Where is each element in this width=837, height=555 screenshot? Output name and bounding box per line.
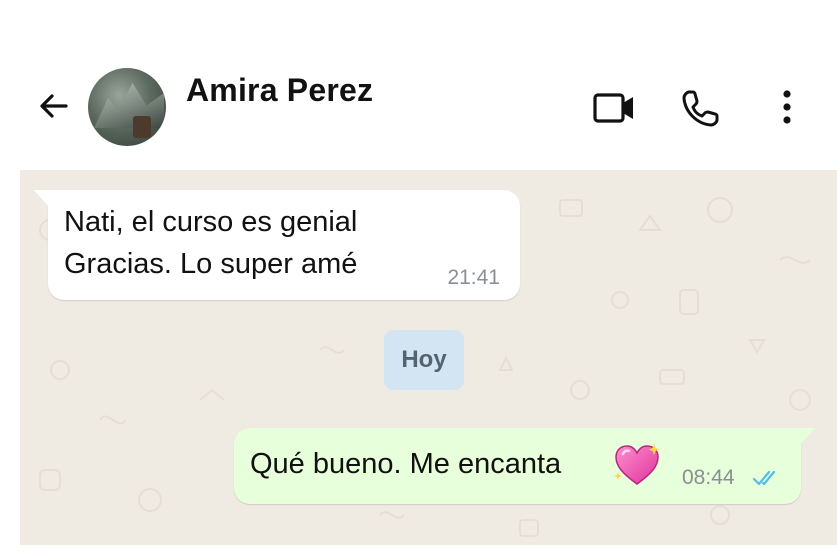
read-double-check-icon <box>752 470 776 486</box>
phone-icon[interactable] <box>680 87 722 129</box>
message-time: 21:41 <box>447 266 500 289</box>
chat-header: Amira Perez <box>0 0 837 170</box>
incoming-message[interactable]: Nati, el curso es genial Gracias. Lo sup… <box>34 190 520 300</box>
outgoing-message[interactable]: Qué bueno. Me encanta 08:44 <box>234 428 815 504</box>
avatar[interactable] <box>88 68 166 146</box>
message-text-line: Gracias. Lo super amé <box>64 248 358 280</box>
arrow-left-icon[interactable] <box>36 88 72 124</box>
message-time: 08:44 <box>682 466 735 489</box>
date-separator: Hoy <box>384 330 464 390</box>
video-camera-icon[interactable] <box>592 88 636 128</box>
chat-area[interactable]: Nati, el curso es genial Gracias. Lo sup… <box>20 170 837 545</box>
sparkling-heart-emoji <box>614 444 660 485</box>
contact-name[interactable]: Amira Perez <box>186 72 373 109</box>
message-text-line: Qué bueno. Me encanta <box>250 448 562 480</box>
more-vertical-icon[interactable] <box>776 88 798 128</box>
message-text-line: Nati, el curso es genial <box>64 206 358 238</box>
